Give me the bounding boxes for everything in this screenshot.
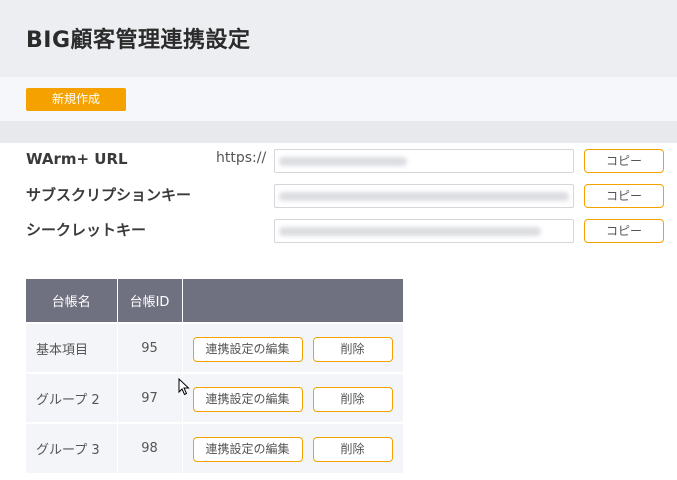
edit-integration-button[interactable]: 連携設定の編集 <box>192 437 303 462</box>
column-header-actions <box>182 279 403 323</box>
redacted-value <box>279 227 541 236</box>
warm-url-field[interactable] <box>274 149 574 173</box>
copy-subscription-key-button[interactable]: コピー <box>584 184 664 208</box>
ledger-id: 98 <box>117 422 183 473</box>
column-header-name: 台帳名 <box>26 279 118 323</box>
ledger-name: 基本項目 <box>26 322 118 373</box>
redacted-value <box>279 157 407 166</box>
copy-secret-key-button[interactable]: コピー <box>584 219 664 243</box>
delete-button[interactable]: 削除 <box>312 437 393 462</box>
row-actions: 連携設定の編集 削除 <box>182 372 403 423</box>
table-row: 基本項目 95 連携設定の編集 削除 <box>26 322 403 373</box>
delete-button[interactable]: 削除 <box>312 387 393 412</box>
create-new-button[interactable]: 新規作成 <box>26 88 126 111</box>
secret-key-field[interactable] <box>274 219 574 243</box>
table-row: グループ 2 97 連携設定の編集 削除 <box>26 372 403 423</box>
column-header-id: 台帳ID <box>117 279 183 323</box>
page-header: BIG顧客管理連携設定 <box>0 0 677 77</box>
secret-key-label: シークレットキー <box>26 221 147 239</box>
section-divider <box>0 121 677 143</box>
ledger-id: 97 <box>117 372 183 423</box>
mouse-cursor-icon <box>178 378 190 396</box>
ledger-id: 95 <box>117 322 183 373</box>
copy-url-button[interactable]: コピー <box>584 149 664 173</box>
edit-integration-button[interactable]: 連携設定の編集 <box>192 337 303 362</box>
row-actions: 連携設定の編集 削除 <box>182 422 403 473</box>
table-header-row: 台帳名 台帳ID <box>26 279 403 323</box>
ledger-name: グループ 2 <box>26 372 118 423</box>
page-title: BIG顧客管理連携設定 <box>26 28 251 53</box>
warm-url-label: WArm+ URL <box>26 150 128 168</box>
table-row: グループ 3 98 連携設定の編集 削除 <box>26 422 403 473</box>
subscription-key-label: サブスクリプションキー <box>26 186 192 204</box>
subscription-key-field[interactable] <box>274 184 574 208</box>
ledger-name: グループ 3 <box>26 422 118 473</box>
url-prefix: https:// <box>216 150 267 166</box>
delete-button[interactable]: 削除 <box>312 337 393 362</box>
row-actions: 連携設定の編集 削除 <box>182 322 403 373</box>
ledger-table: 台帳名 台帳ID 基本項目 95 連携設定の編集 削除 グループ 2 97 連携… <box>26 279 403 473</box>
redacted-value <box>279 192 569 201</box>
toolbar: 新規作成 <box>0 77 677 121</box>
edit-integration-button[interactable]: 連携設定の編集 <box>192 387 303 412</box>
